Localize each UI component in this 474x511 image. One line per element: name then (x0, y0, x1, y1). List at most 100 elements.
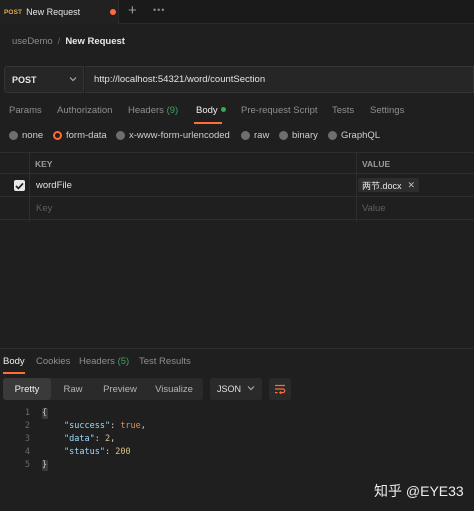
radio-binary-label: binary (292, 130, 318, 141)
radio-raw-label: raw (254, 130, 270, 141)
code-line: "status": 200 (64, 447, 131, 457)
chevron-down-icon (69, 77, 77, 82)
response-headers-label: Headers (79, 356, 115, 367)
wrap-lines-button[interactable] (269, 378, 291, 400)
line-number: 2 (24, 421, 30, 431)
language-value: JSON (217, 384, 242, 394)
key-column-header: KEY (35, 159, 53, 169)
tab-params-label: Params (9, 105, 42, 116)
language-select[interactable]: JSON (210, 378, 262, 400)
body-active-dot-icon (220, 107, 226, 112)
radio-selected-icon (53, 131, 62, 140)
format-visualize[interactable]: Visualize (145, 378, 203, 400)
format-raw[interactable]: Raw (51, 378, 95, 400)
code-line: "data": 2, (64, 434, 116, 444)
response-tab-body[interactable]: Body (3, 356, 25, 367)
tab-body-label: Body (196, 105, 218, 116)
params-table-header: KEY VALUE (0, 152, 474, 174)
file-name: 两节.docx (362, 180, 402, 191)
radio-circle-icon (328, 131, 337, 140)
radio-graphql-label: GraphQL (341, 130, 381, 141)
tab-pre-request-script[interactable]: Pre-request Script (241, 105, 318, 116)
key-placeholder[interactable]: Key (36, 203, 52, 214)
radio-circle-icon (116, 131, 125, 140)
new-tab-plus-icon[interactable]: + (128, 3, 137, 19)
radio-form-data[interactable]: form-data (53, 130, 107, 141)
format-preview[interactable]: Preview (95, 378, 145, 400)
line-number: 3 (24, 434, 30, 444)
tab-authorization-label: Authorization (57, 105, 113, 116)
radio-circle-icon (9, 131, 18, 140)
tab-authorization[interactable]: Authorization (57, 105, 112, 116)
request-tabs: Params Authorization Headers (9) Body Pr… (9, 105, 474, 119)
response-code-viewer: 1 2 3 4 5 { } "success": true, "data": 2… (0, 408, 474, 478)
response-tab-cookies[interactable]: Cookies (36, 356, 70, 367)
tab-settings-label: Settings (370, 105, 405, 116)
json-key: "data" (64, 434, 95, 444)
url-input[interactable]: http://localhost:54321/word/countSection (85, 66, 474, 93)
chevron-down-icon (247, 386, 255, 391)
radio-form-data-label: form-data (66, 130, 107, 141)
http-method-value: POST (12, 74, 37, 85)
radio-raw[interactable]: raw (241, 130, 269, 141)
radio-urlencoded-label: x-www-form-urlencoded (129, 130, 230, 141)
radio-binary[interactable]: binary (279, 130, 318, 141)
line-number: 4 (24, 447, 30, 457)
json-comma: , (110, 434, 116, 444)
radio-none[interactable]: none (9, 130, 43, 141)
tab-method: POST (4, 8, 23, 16)
response-divider (0, 348, 474, 349)
radio-none-label: none (22, 130, 44, 141)
radio-x-www-form-urlencoded[interactable]: x-www-form-urlencoded (116, 130, 230, 141)
request-tab[interactable]: POST New Request (0, 0, 119, 24)
radio-graphql[interactable]: GraphQL (328, 130, 380, 141)
tab-headers-label: Headers (128, 105, 164, 116)
checkmark-icon (15, 182, 24, 190)
tab-body[interactable]: Body (196, 105, 226, 116)
line-number: 1 (24, 408, 30, 418)
json-value: 200 (115, 447, 131, 457)
json-comma: , (140, 421, 146, 431)
http-method-select[interactable]: POST (4, 66, 84, 93)
radio-circle-icon (279, 131, 288, 140)
value-column-header: VALUE (362, 159, 391, 169)
tab-params[interactable]: Params (9, 105, 42, 116)
json-key: "success" (64, 421, 111, 431)
response-tab-underline (3, 372, 25, 374)
tab-title: New Request (26, 7, 81, 17)
json-key: "status" (64, 447, 105, 457)
headers-count-badge: (9) (166, 105, 179, 116)
row-enabled-checkbox[interactable] (14, 180, 25, 191)
tab-tests-label: Tests (332, 105, 355, 116)
breadcrumb-separator: / (57, 36, 61, 47)
response-tab-test-results[interactable]: Test Results (139, 356, 191, 367)
tab-settings[interactable]: Settings (370, 105, 404, 116)
table-row: wordFile 两节.docx ✕ (0, 174, 474, 197)
active-tab-underline (194, 122, 222, 124)
breadcrumb: useDemo / New Request (12, 36, 125, 47)
file-chip[interactable]: 两节.docx ✕ (358, 178, 420, 192)
more-options-icon[interactable]: ••• (153, 5, 165, 15)
radio-circle-icon (241, 131, 250, 140)
code-line: "success": true, (64, 421, 146, 431)
response-headers-count: (5) (117, 356, 130, 367)
breadcrumb-request-name[interactable]: New Request (65, 36, 125, 47)
breadcrumb-collection[interactable]: useDemo (12, 36, 53, 47)
watermark: 知乎 @EYE33 (374, 483, 464, 499)
remove-file-close-icon[interactable]: ✕ (408, 180, 416, 191)
response-tab-headers[interactable]: Headers (5) (79, 356, 129, 367)
tab-tests[interactable]: Tests (332, 105, 354, 116)
fold-open-brace[interactable]: { (42, 408, 48, 419)
unsaved-dot-icon (110, 9, 117, 15)
format-pretty[interactable]: Pretty (3, 378, 51, 400)
tab-pre-request-label: Pre-request Script (241, 105, 318, 116)
line-number: 5 (24, 460, 30, 470)
fold-close-brace: } (42, 460, 48, 471)
value-placeholder[interactable]: Value (362, 203, 386, 214)
format-switcher: Pretty Raw Preview Visualize (3, 378, 203, 400)
tab-headers[interactable]: Headers (9) (128, 105, 178, 116)
table-row-empty: Key Value (0, 197, 474, 220)
json-value: true (120, 421, 141, 431)
wrap-lines-icon (275, 384, 286, 394)
row-key[interactable]: wordFile (36, 180, 72, 191)
